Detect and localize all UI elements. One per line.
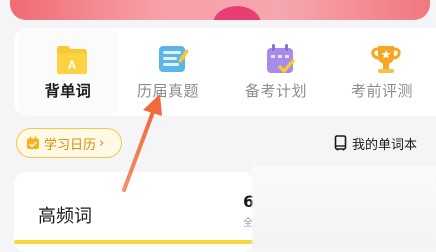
chevron-right-icon: › [99,135,105,151]
tab-label: 背单词 [44,82,92,100]
my-wordbook-label: 我的单词本 [352,137,418,153]
study-calendar-label: 学习日历 [44,137,97,153]
tab-label: 备考计划 [244,82,307,100]
blurred-region [252,166,436,244]
tab-pre-exam-test[interactable]: 考前评测 [332,28,432,116]
tab-memorize-words[interactable]: A 背单词 [18,28,118,116]
folder-a-icon: A [57,46,87,74]
card-title: 高频词 [38,206,92,227]
tab-label: 历届真题 [136,82,199,100]
calendar-check-icon [267,44,295,73]
banner-decoration [213,6,261,20]
tab-label: 考前评测 [350,82,413,100]
my-wordbook-link[interactable]: 我的单词本 [334,131,417,155]
exam-paper-icon [159,46,189,72]
feature-tab-bar: A 背单词 历届真题 备考计划 考前评测 [14,28,436,116]
top-banner[interactable] [10,0,430,20]
tab-past-exams[interactable]: 历届真题 [118,28,218,116]
tab-study-plan[interactable]: 备考计划 [226,28,326,116]
study-calendar-button[interactable]: 学习日历 › [16,128,122,158]
trophy-icon [371,46,401,73]
calendar-icon [27,136,39,149]
card-accent-bar [14,240,254,244]
svg-text:A: A [68,58,77,72]
book-icon [334,135,347,151]
